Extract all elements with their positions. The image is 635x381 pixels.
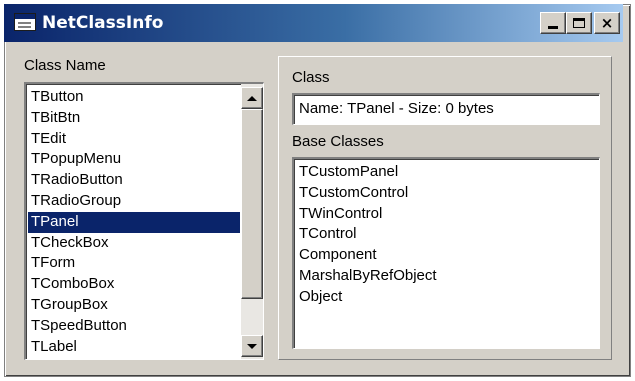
app-window-icon[interactable] <box>14 13 36 31</box>
listbox-scrollbar[interactable] <box>241 84 263 359</box>
scroll-down-button[interactable] <box>241 335 263 357</box>
base-class-line: TWinControl <box>299 204 383 222</box>
list-item[interactable]: TPopupMenu <box>28 149 240 170</box>
list-item[interactable]: TPanel <box>28 211 240 233</box>
close-button[interactable]: × <box>594 12 620 34</box>
list-item[interactable]: TLabel <box>28 337 240 358</box>
window-title: NetClassInfo <box>42 13 164 33</box>
scroll-thumb[interactable] <box>241 109 263 299</box>
base-class-line: MarshalByRefObject <box>299 266 437 284</box>
base-class-line: Component <box>299 246 377 264</box>
list-item[interactable]: TRadioGroup <box>28 191 240 212</box>
class-info-field[interactable]: Name: TPanel - Size: 0 bytes <box>292 93 600 125</box>
class-list-items: TButton TBitBtn TEdit TPopupMenu TRadioButto… <box>28 87 240 359</box>
list-item[interactable]: TButton <box>28 87 240 108</box>
base-class-line: TCustomPanel <box>299 163 399 180</box>
list-item[interactable]: TCheckBox <box>28 233 240 254</box>
scroll-up-button[interactable] <box>241 87 263 109</box>
arrow-up-icon <box>247 95 257 101</box>
list-item[interactable]: TBitBtn <box>28 108 240 129</box>
list-item[interactable]: TForm <box>28 253 240 274</box>
base-class-line: TControl <box>299 225 357 243</box>
base-classes-label: Base Classes <box>292 133 384 150</box>
minimize-button[interactable] <box>540 12 566 34</box>
close-icon: × <box>600 14 614 32</box>
list-item[interactable]: TSpeedButton <box>28 316 240 337</box>
base-classes-memo[interactable]: TCustomPanel TCustomControl TWinControl TCo… <box>292 157 600 349</box>
class-label: Class <box>292 69 330 86</box>
list-item[interactable]: TComboBox <box>28 274 240 295</box>
maximize-icon <box>573 18 585 28</box>
list-item[interactable]: TGroupBox <box>28 295 240 316</box>
base-class-line: Object <box>299 287 343 305</box>
base-class-line: TCustomControl <box>299 183 409 201</box>
list-item[interactable]: TEdit <box>28 129 240 150</box>
class-name-label: Class Name <box>24 57 106 74</box>
maximize-button[interactable] <box>566 12 592 34</box>
list-item[interactable]: TListBox <box>28 357 240 359</box>
arrow-down-icon <box>247 343 257 349</box>
list-item[interactable]: TRadioButton <box>28 170 240 191</box>
minimize-icon <box>548 26 558 29</box>
title-bar[interactable]: NetClassInfo × <box>4 4 623 42</box>
class-name-listbox[interactable]: TButton TBitBtn TEdit TPopupMenu TRadioButto… <box>24 82 264 360</box>
